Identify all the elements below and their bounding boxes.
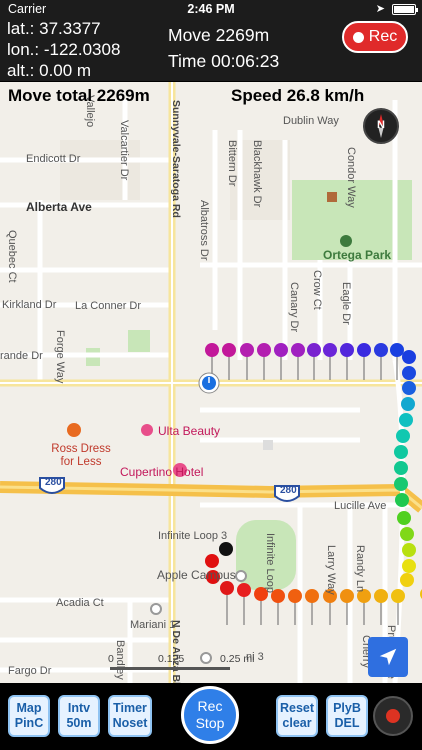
poi-label-ulta[interactable]: Ulta Beauty — [158, 424, 220, 438]
tracking-info-panel: Carrier 2:46 PM ➤ lat.: 37.3377 lon.: -1… — [0, 0, 422, 82]
locate-me-button[interactable] — [368, 637, 408, 677]
ulta-pin — [141, 424, 153, 436]
session-stats: Move 2269m Time 00:06:23 — [168, 22, 279, 74]
record-disc-icon[interactable] — [373, 696, 413, 736]
street-label: Acadia Ct — [56, 597, 104, 609]
navigation-arrow-icon — [379, 648, 397, 666]
compass-north-label: N — [377, 119, 385, 131]
street-label: Crow Ct — [311, 270, 323, 310]
bottom-toolbar: Map PinC Intv 50m Timer Noset Rec Stop R… — [0, 683, 422, 750]
street-label: Canary Dr — [288, 282, 300, 333]
status-bar: Carrier 2:46 PM ➤ — [0, 0, 422, 18]
interval-button[interactable]: Intv 50m — [58, 695, 100, 737]
button-label-line1: Intv — [67, 701, 91, 715]
scale-label-mid: 0.125 — [158, 653, 185, 665]
poi-label-ortega-park[interactable]: Ortega Park — [323, 248, 391, 262]
map-scale: 0 0.125 0.25 mi — [108, 653, 260, 673]
compass-icon[interactable]: N — [363, 108, 399, 144]
scale-label-0: 0 — [108, 653, 114, 665]
street-label: Infinite Loop — [264, 533, 276, 593]
street-label: Eagle Dr — [340, 282, 352, 325]
street-label: Apple Campus — [157, 568, 236, 582]
street-label: Kirkland Dr — [2, 299, 57, 311]
map-pinc-button[interactable]: Map PinC — [8, 695, 50, 737]
park-pin — [340, 235, 352, 247]
altitude: alt.: 0.00 m — [7, 61, 92, 80]
button-label-line1: Map — [16, 701, 42, 715]
map-view[interactable]: Endicott Dr Alberta Ave Kirkland Dr La C… — [0, 0, 422, 750]
speed: Speed 26.8 km/h — [231, 86, 365, 105]
button-label-line1: Reset — [279, 701, 315, 715]
street-label: Dublin Way — [283, 115, 339, 127]
ross-pin — [67, 423, 81, 437]
street-label: Larry Way — [325, 545, 337, 595]
poi-label-ross[interactable]: Ross Dress for Less — [49, 443, 113, 469]
street-label: La Conner Dr — [75, 300, 142, 312]
move-distance: Move 2269m — [168, 25, 270, 45]
street-label: Quebec Ct — [6, 230, 18, 283]
street-label: Sunnyvale-Saratoga Rd — [170, 100, 182, 218]
scale-label-max: 0.25 mi — [220, 653, 255, 665]
scale-bar — [110, 667, 230, 670]
street-label: Mariani 1 — [130, 619, 176, 631]
street-label: Lucille Ave — [334, 500, 387, 512]
playback-delete-button[interactable]: PlyB DEL — [326, 695, 368, 737]
street-label: Blackhawk Dr — [251, 140, 263, 208]
street-label: rande Dr — [0, 350, 43, 362]
rec-stop-button[interactable]: Rec Stop — [181, 686, 239, 744]
button-label-line2: clear — [282, 716, 312, 730]
poi-label-cupertino-hotel[interactable]: Cupertino Hotel — [120, 465, 203, 479]
button-label-line2: PinC — [14, 716, 44, 730]
street-label: Valcartier Dr — [118, 120, 130, 181]
button-label-line1: PlyB — [333, 701, 361, 715]
longitude: lon.: -122.0308 — [7, 40, 121, 59]
street-label: Fargo Dr — [8, 665, 52, 677]
street-label: Bittern Dr — [226, 140, 238, 187]
elapsed-time: Time 00:06:23 — [168, 51, 280, 71]
street-label: Randy Ln — [354, 545, 366, 593]
street-label: Condor Way — [345, 147, 357, 208]
battery-icon — [392, 4, 418, 15]
gps-coordinates: lat.: 37.3377 lon.: -122.0308 alt.: 0.00… — [7, 18, 120, 81]
rec-button-label: Rec — [368, 28, 398, 45]
street-label: Albatross Dr — [198, 200, 210, 261]
move-total: Move total 2269m — [8, 86, 150, 105]
highway-label: 280 — [45, 477, 62, 488]
timer-button[interactable]: Timer Noset — [108, 695, 152, 737]
street-label: Forge Way — [54, 330, 66, 384]
street-label: Endicott Dr — [26, 153, 81, 165]
street-label: Infinite Loop 3 — [158, 530, 228, 542]
location-arrow-icon: ➤ — [375, 3, 385, 15]
button-label-line2: Stop — [195, 715, 225, 731]
button-label-line1: Timer — [113, 701, 147, 715]
clock: 2:46 PM — [187, 2, 235, 16]
latitude: lat.: 37.3377 — [7, 19, 101, 38]
rec-button[interactable]: Rec — [342, 21, 408, 53]
button-label-line1: Rec — [197, 698, 223, 714]
button-label-line2: 50m — [66, 716, 92, 730]
button-label-line2: DEL — [334, 716, 360, 730]
street-label: Alberta Ave — [26, 200, 92, 214]
reset-clear-button[interactable]: Reset clear — [276, 695, 318, 737]
record-dot-icon — [352, 31, 364, 43]
highway-label: 280 — [280, 485, 297, 496]
button-label-line2: Noset — [112, 716, 148, 730]
